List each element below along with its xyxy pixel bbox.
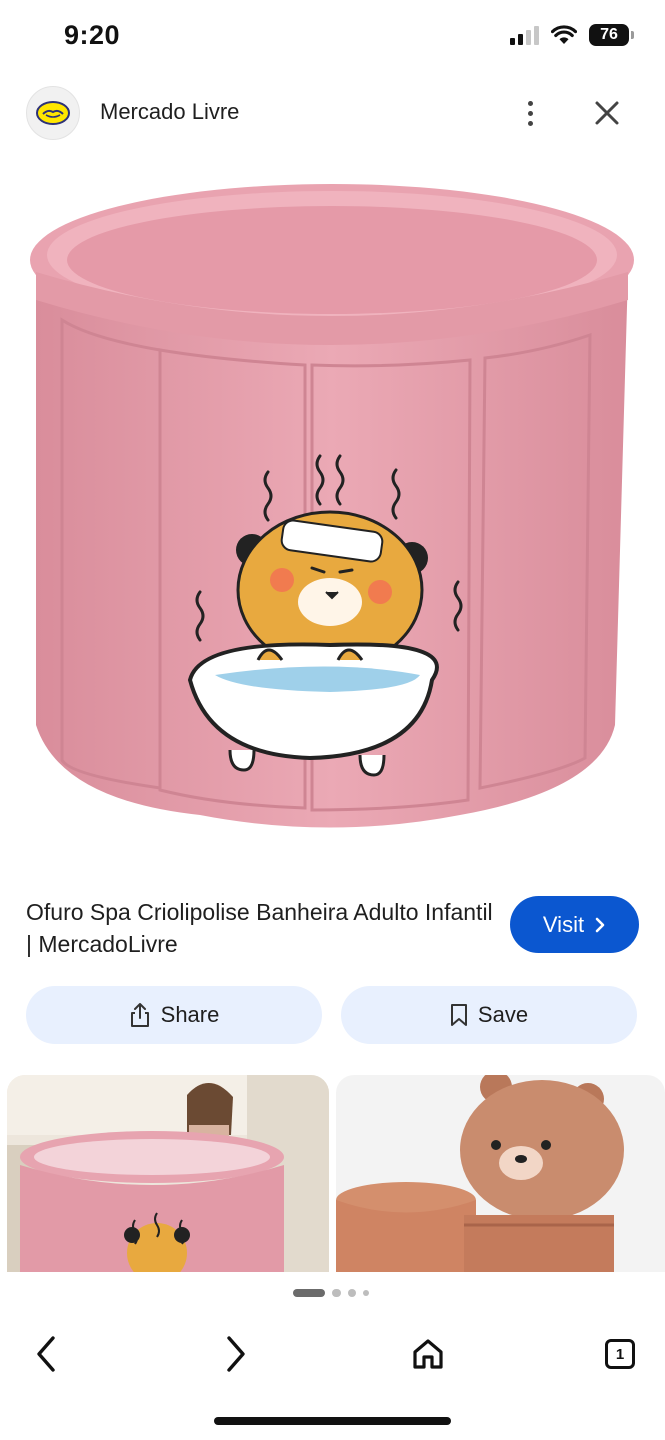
wifi-icon <box>551 25 577 44</box>
home-indicator[interactable] <box>214 1417 451 1425</box>
tabs-icon[interactable]: 1 <box>594 1328 646 1380</box>
status-time: 9:20 <box>64 20 121 50</box>
page-header: Mercado Livre <box>0 80 665 146</box>
pager-dot <box>363 1290 369 1296</box>
related-image-bear-storage[interactable] <box>336 1075 665 1272</box>
pager-dots <box>293 1289 369 1297</box>
forward-icon[interactable] <box>210 1328 262 1380</box>
share-label: Share <box>160 1002 220 1027</box>
save-button[interactable]: Save <box>341 986 637 1044</box>
bottom-navigation: 1 <box>0 1310 665 1400</box>
chevron-right-icon <box>595 917 605 932</box>
status-icons: 76 <box>510 24 634 46</box>
home-icon[interactable] <box>402 1328 454 1380</box>
share-icon <box>130 1003 149 1027</box>
close-icon[interactable] <box>588 94 626 132</box>
pager-dot-active <box>293 1289 325 1297</box>
pager-dot <box>332 1289 341 1297</box>
pager-dot <box>348 1289 356 1297</box>
visit-label: Visit <box>542 911 585 937</box>
mercado-livre-logo-icon[interactable] <box>26 86 80 140</box>
more-vert-icon[interactable] <box>514 92 546 134</box>
cellular-signal-icon <box>510 25 539 45</box>
bookmark-icon <box>450 1004 467 1026</box>
battery-level: 76 <box>600 26 618 43</box>
tabs-count: 1 <box>605 1339 635 1369</box>
back-icon[interactable] <box>20 1328 72 1380</box>
result-title[interactable]: Ofuro Spa Criolipolise Banheira Adulto I… <box>26 896 496 960</box>
share-button[interactable]: Share <box>26 986 322 1044</box>
product-image[interactable] <box>0 160 665 860</box>
related-image-woman-in-tub[interactable] <box>7 1075 329 1272</box>
save-label: Save <box>477 1002 529 1027</box>
status-bar: 9:20 76 <box>0 0 665 74</box>
site-name: Mercado Livre <box>100 99 240 124</box>
battery-icon: 76 <box>589 24 634 46</box>
visit-button[interactable]: Visit <box>510 896 639 953</box>
